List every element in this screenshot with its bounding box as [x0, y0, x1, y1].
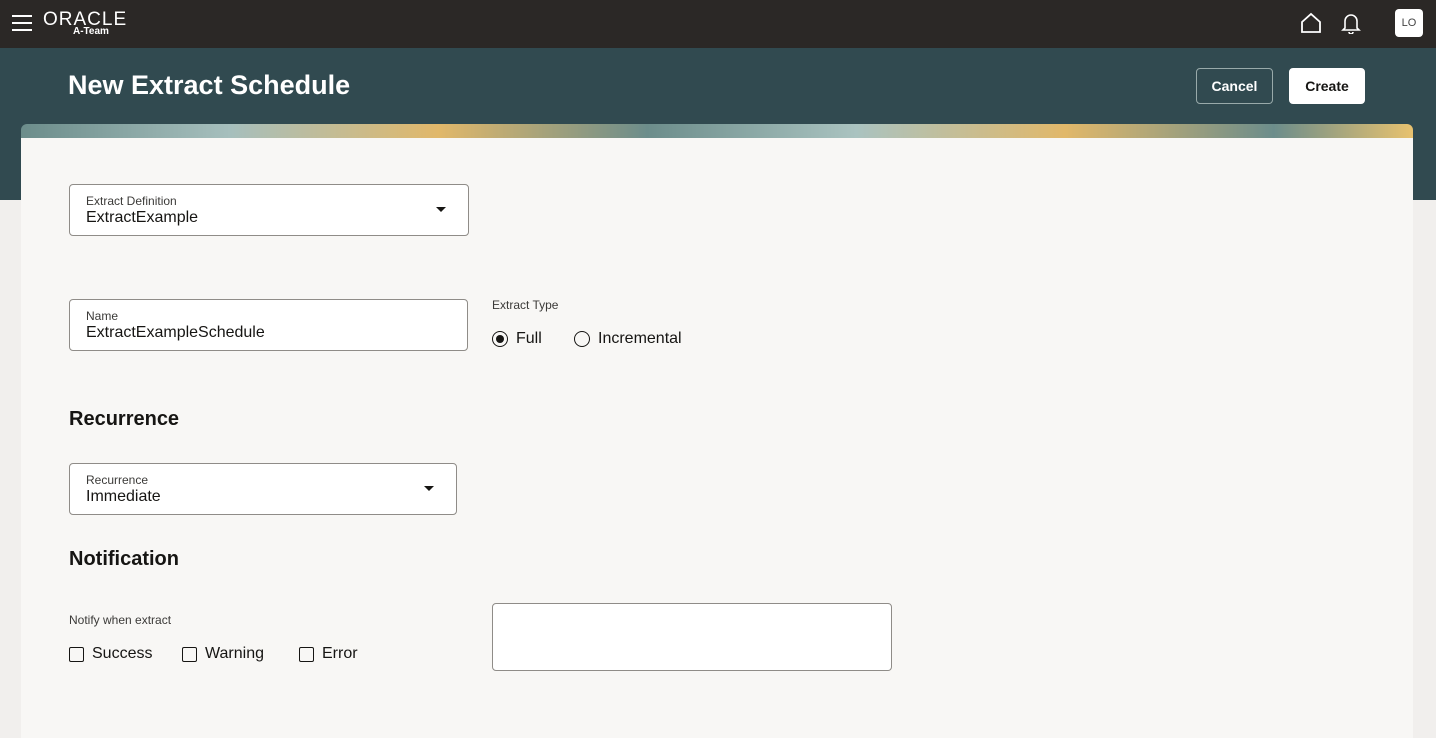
form-card: Extract Definition ExtractExample Name E… [21, 138, 1413, 738]
option-label: Error [322, 645, 358, 662]
radio-incremental[interactable]: Incremental [574, 330, 682, 348]
dropdown-caret-icon [424, 486, 434, 491]
page-title: New Extract Schedule [68, 70, 351, 100]
checkbox-error[interactable]: Error [299, 645, 358, 663]
field-value: Immediate [86, 488, 161, 505]
field-label: Extract Definition [86, 194, 177, 208]
home-icon[interactable] [1300, 12, 1322, 34]
notification-text-area[interactable] [492, 603, 892, 671]
hamburger-menu-icon[interactable] [12, 15, 32, 31]
cancel-button[interactable]: Cancel [1196, 68, 1273, 104]
recurrence-heading: Recurrence [69, 408, 180, 430]
create-button[interactable]: Create [1289, 68, 1365, 104]
checkbox-success[interactable]: Success [69, 645, 152, 663]
field-value: ExtractExampleSchedule [86, 324, 265, 341]
field-label: Name [86, 309, 119, 323]
field-value: ExtractExample [86, 209, 199, 226]
checkbox-icon [69, 646, 84, 662]
option-label: Warning [205, 645, 264, 662]
checkbox-warning[interactable]: Warning [182, 645, 264, 663]
extract-definition-select[interactable]: Extract Definition ExtractExample [69, 184, 469, 236]
checkbox-icon [299, 646, 314, 662]
checkbox-icon [182, 646, 197, 662]
radio-selected-icon [492, 331, 508, 347]
recurrence-select[interactable]: Recurrence Immediate [69, 463, 457, 515]
radio-icon [574, 331, 590, 347]
notification-heading: Notification [69, 548, 179, 570]
notify-label: Notify when extract [69, 613, 172, 627]
top-bar: ORACLE A-Team LO [0, 0, 1436, 48]
decorative-banner [21, 124, 1413, 138]
option-label: Incremental [598, 330, 682, 347]
extract-type-label: Extract Type [492, 298, 559, 312]
field-label: Recurrence [86, 473, 149, 487]
option-label: Full [516, 330, 542, 347]
brand-subtitle: A-Team [73, 26, 109, 37]
option-label: Success [92, 645, 153, 662]
name-input[interactable]: Name ExtractExampleSchedule [69, 299, 468, 351]
bell-icon[interactable] [1340, 12, 1362, 34]
dropdown-caret-icon [436, 207, 446, 212]
radio-full[interactable]: Full [492, 330, 542, 348]
user-avatar[interactable]: LO [1395, 9, 1423, 37]
